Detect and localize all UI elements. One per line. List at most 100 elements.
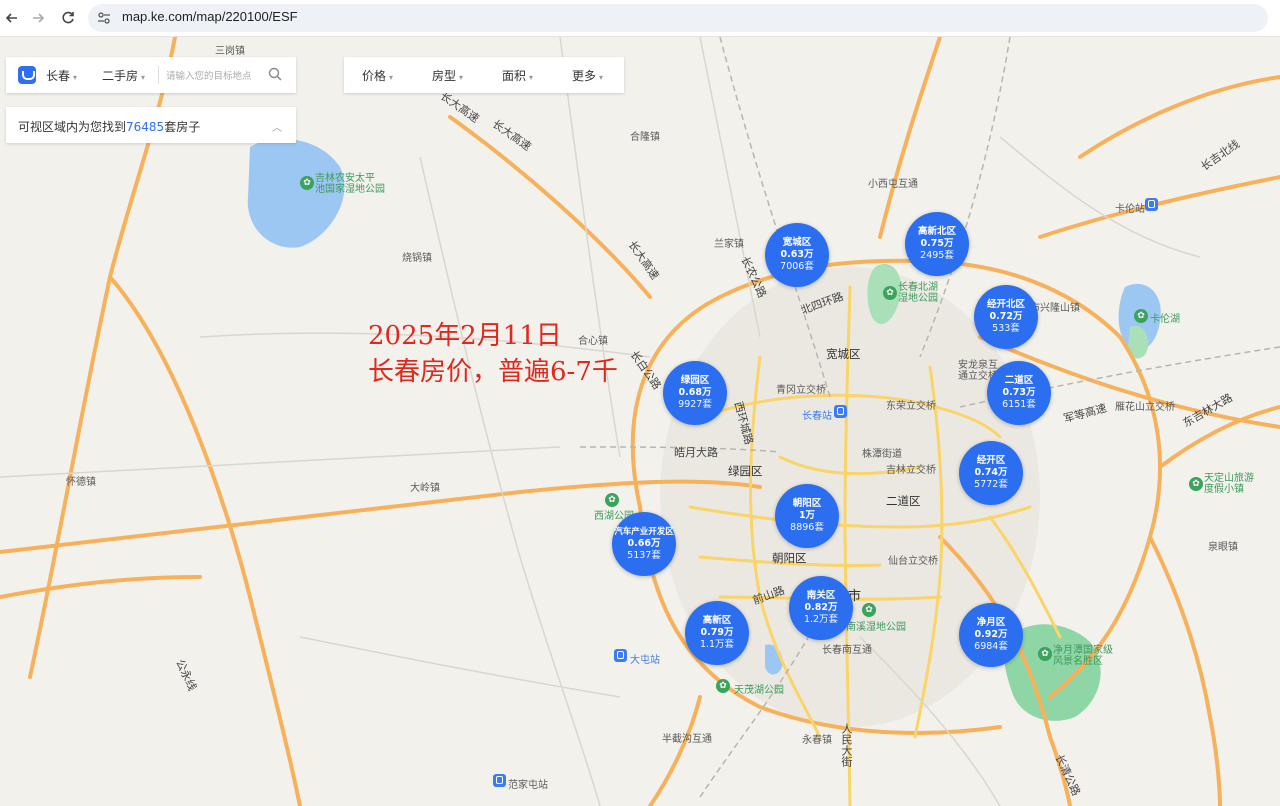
area-filter-label: 面积 [502, 69, 527, 83]
price-filter[interactable]: 价格 ▾ [362, 67, 393, 84]
station-label: 大屯站 [630, 655, 660, 666]
forward-button[interactable] [26, 6, 50, 30]
map-label: 长春北湖 湿地公园 [898, 282, 938, 304]
district-name: 朝阳区 [792, 498, 822, 509]
road-label: 人民大街 [840, 723, 853, 767]
annotation-date: 2025年2月11日 [368, 321, 562, 351]
back-button[interactable] [0, 6, 24, 30]
district-count: 1.1万套 [699, 639, 735, 650]
map-label: 净月潭国家级 风景名胜区 [1053, 645, 1113, 667]
district-count: 2495套 [920, 250, 954, 261]
city-label: 长春 [46, 69, 71, 83]
reload-button[interactable] [56, 6, 80, 30]
chevron-up-icon[interactable]: ︿ [272, 119, 282, 134]
search-panel: 长春 ▾ 二手房 ▾ [6, 57, 296, 93]
park-poi-icon[interactable]: ✿ [1134, 309, 1148, 323]
district-price: 0.92万 [974, 629, 1008, 640]
district-price: 0.63万 [780, 249, 814, 260]
filter-panel: 价格 ▾ 房型 ▾ 面积 ▾ 更多 ▾ [344, 57, 624, 93]
district-name: 二道区 [1004, 375, 1034, 386]
district-bubble[interactable]: 宽城区 0.63万 7006套 [765, 223, 829, 287]
train-station-icon[interactable] [614, 649, 627, 662]
map-label: 范家屯站 [508, 780, 548, 791]
district-bubble[interactable]: 高新北区 0.75万 2495套 [905, 212, 969, 276]
map-canvas[interactable]: 三岗镇 长大高速 长大高速 合隆镇 吉林农安太平 池国家湿地公园 小西屯互通 兰… [0, 37, 1280, 806]
map-label: 永春镇 [802, 735, 832, 746]
district-price: 0.72万 [989, 311, 1023, 322]
train-station-icon[interactable] [834, 405, 847, 418]
station-label: 长春站 [802, 411, 832, 422]
park-poi-icon[interactable]: ✿ [862, 603, 876, 617]
address-bar[interactable]: map.ke.com/map/220100/ESF [88, 4, 1268, 32]
district-price: 1万 [798, 510, 816, 521]
train-station-icon[interactable] [493, 774, 506, 787]
park-poi-icon[interactable]: ✿ [716, 679, 730, 693]
map-label: 合隆镇 [630, 132, 660, 143]
area-filter[interactable]: 面积 ▾ [502, 67, 533, 84]
more-filter[interactable]: 更多 ▾ [572, 67, 603, 84]
district-bubble[interactable]: 净月区 0.92万 6984套 [959, 603, 1023, 667]
url-text: map.ke.com/map/220100/ESF [122, 9, 298, 24]
district-price: 0.82万 [804, 602, 838, 613]
district-bubble[interactable]: 南关区 0.82万 1.2万套 [789, 576, 853, 640]
listing-type-selector[interactable]: 二手房 ▾ [102, 67, 145, 84]
map-label: 雁花山立交桥 [1115, 402, 1175, 413]
district-price: 0.73万 [1002, 387, 1036, 398]
park-poi-icon[interactable]: ✿ [1189, 477, 1203, 491]
district-label: 朝阳区 [772, 551, 807, 565]
park-poi-icon[interactable]: ✿ [883, 286, 897, 300]
district-price: 0.74万 [974, 467, 1008, 478]
city-selector[interactable]: 长春 ▾ [46, 67, 77, 84]
browser-toolbar: map.ke.com/map/220100/ESF [0, 0, 1280, 37]
district-bubble[interactable]: 经开北区 0.72万 533套 [974, 285, 1038, 349]
district-bubble[interactable]: 汽车产业开发区 0.66万 5137套 [612, 512, 676, 576]
map-label: 小西屯互通 [868, 179, 918, 190]
map-label: 株潭街道 [862, 449, 902, 460]
district-bubble[interactable]: 绿园区 0.68万 9927套 [663, 361, 727, 425]
district-name: 经开区 [976, 455, 1006, 466]
district-bubble[interactable]: 经开区 0.74万 5772套 [959, 441, 1023, 505]
map-label: 卡伦湖 [1150, 314, 1180, 325]
chevron-down-icon: ▾ [389, 73, 394, 82]
district-name: 南关区 [806, 590, 836, 601]
district-count: 8896套 [790, 522, 824, 533]
district-name: 绿园区 [680, 375, 710, 386]
district-bubble[interactable]: 朝阳区 1万 8896套 [775, 484, 839, 548]
chevron-down-icon: ▾ [529, 73, 534, 82]
map-label: 烧锅镇 [402, 253, 432, 264]
map-label: 怀德镇 [66, 477, 96, 488]
park-poi-icon[interactable]: ✿ [1038, 647, 1052, 661]
district-bubble[interactable]: 高新区 0.79万 1.1万套 [685, 601, 749, 665]
layout-filter-label: 房型 [432, 69, 457, 83]
house-logo-icon [18, 66, 36, 84]
park-poi-icon[interactable]: ✿ [605, 493, 619, 507]
map-label: 天定山旅游 度假小镇 [1204, 473, 1254, 495]
more-filter-label: 更多 [572, 69, 597, 83]
map-label: 半截沟互通 [662, 734, 712, 745]
road-label: 皓月大路 [674, 446, 718, 459]
map-label: 卡伦站 [1115, 204, 1145, 215]
listing-type-label: 二手房 [102, 69, 139, 83]
district-label: 宽城区 [826, 347, 861, 361]
train-station-icon[interactable] [1145, 198, 1158, 211]
search-icon[interactable] [268, 67, 282, 81]
arrow-right-icon [33, 13, 45, 23]
annotation-text: 长春房价，普遍6-7千 [368, 357, 618, 387]
map-label: 仙台立交桥 [888, 556, 938, 567]
map-label: 吉林立交桥 [886, 465, 936, 476]
district-count: 5772套 [974, 479, 1008, 490]
map-label: 长春南互通 [822, 645, 872, 656]
site-settings-icon[interactable] [96, 10, 112, 26]
district-name: 宽城区 [782, 237, 812, 248]
district-price: 0.75万 [920, 238, 954, 249]
result-text: 可视区域内为您找到76485套房子 [18, 118, 200, 135]
district-bubble[interactable]: 二道区 0.73万 6151套 [987, 361, 1051, 425]
search-input[interactable] [164, 65, 268, 87]
park-poi-icon[interactable]: ✿ [300, 176, 314, 190]
map-label: 天茂湖公园 [734, 685, 784, 696]
divider [158, 66, 159, 84]
layout-filter[interactable]: 房型 ▾ [432, 67, 463, 84]
district-name: 高新区 [702, 615, 732, 626]
map-label: 兰家镇 [714, 239, 744, 250]
district-price: 0.68万 [678, 387, 712, 398]
